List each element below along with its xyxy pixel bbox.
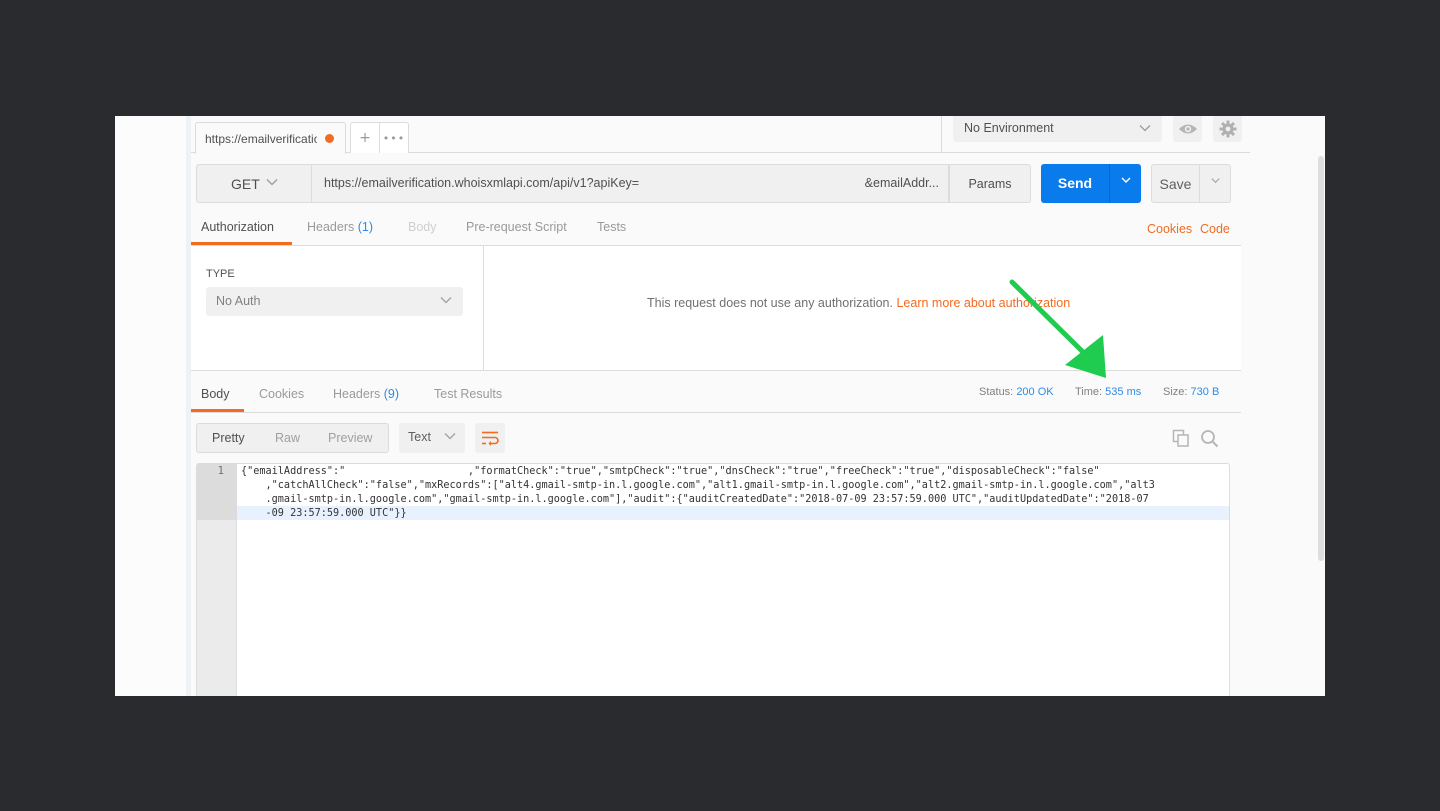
screenshot-frame: https://emailverification.whoisxmlapi.co… [115,116,1325,696]
annotation-arrow-icon [1009,279,1106,378]
